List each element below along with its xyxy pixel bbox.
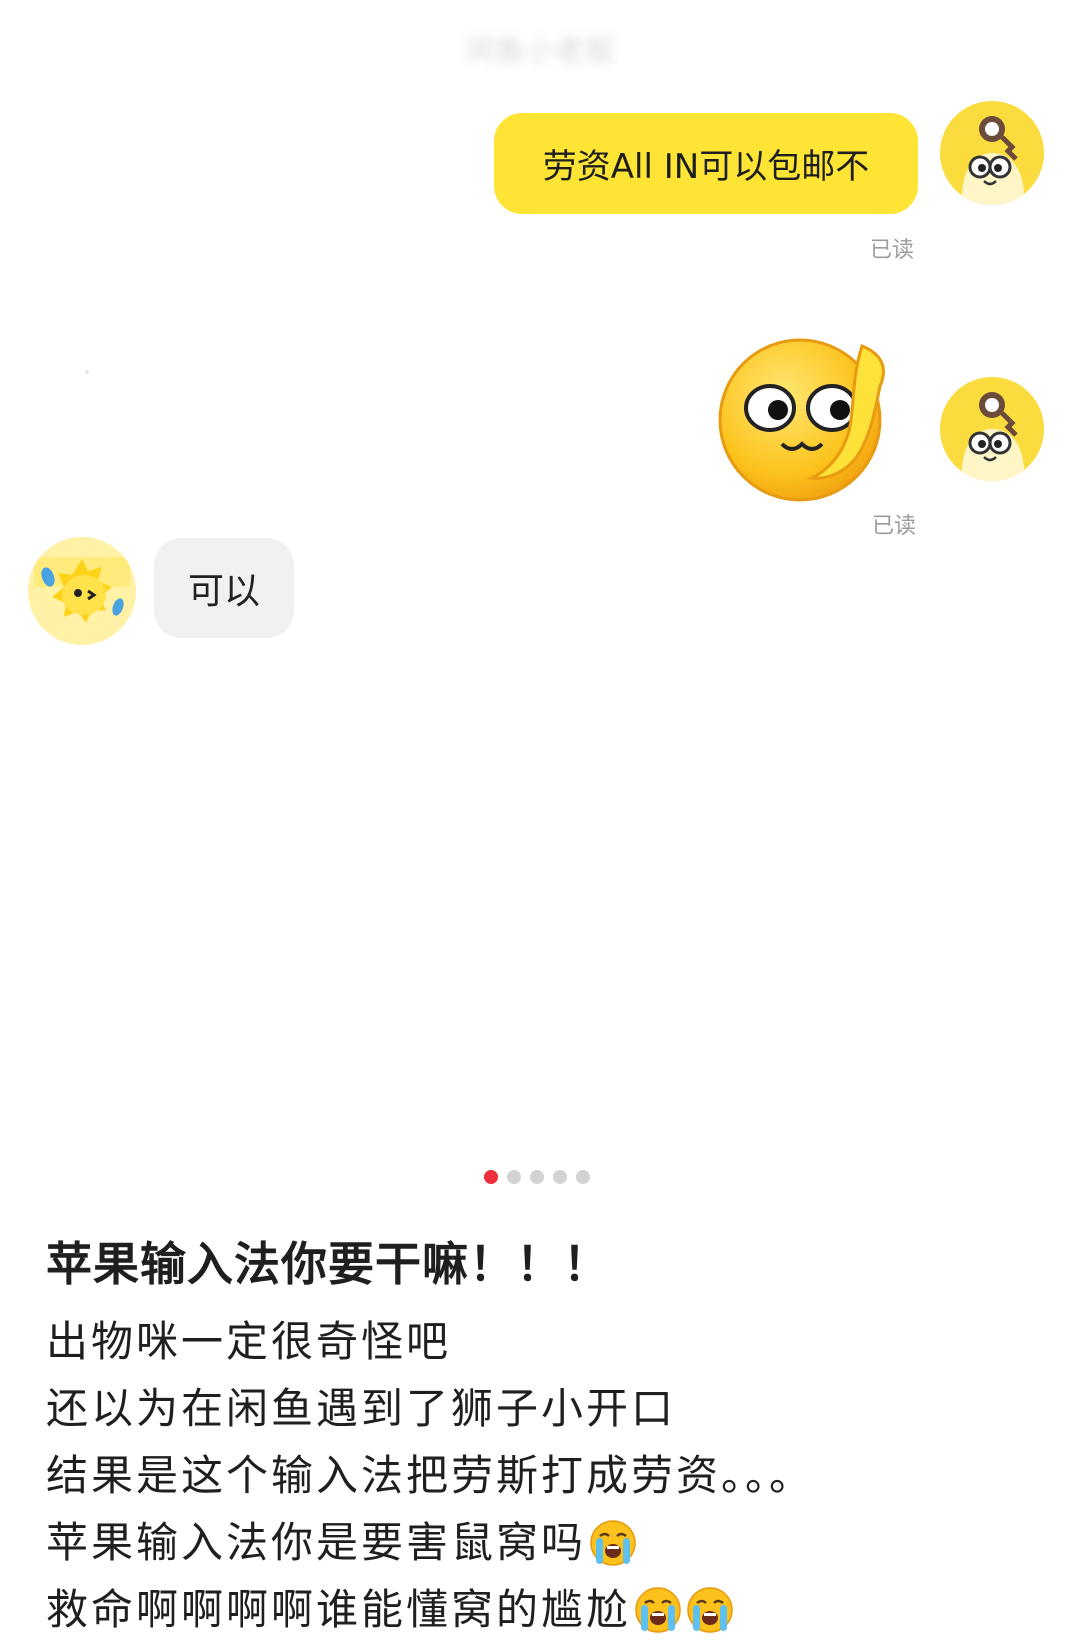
post-line: 结果是这个输入法把劳斯打成劳资。。。	[46, 1442, 1056, 1509]
post-title: 苹果输入法你要干嘛！！！	[46, 1237, 610, 1291]
loudly-crying-face-icon	[685, 1585, 735, 1635]
self-avatar[interactable]	[940, 377, 1044, 481]
post-line-text: 出物咪一定很奇怪吧	[46, 1317, 452, 1366]
loudly-crying-face-icon	[588, 1518, 638, 1568]
self-avatar[interactable]	[940, 101, 1044, 205]
page-dot[interactable]	[553, 1170, 567, 1184]
self-avatar-icon	[940, 101, 1044, 205]
chat-contact-name: 闲鱼小老板	[465, 34, 615, 69]
wave-face-sticker-icon[interactable]	[712, 328, 912, 508]
post-line-text: 救命啊啊啊啊谁能懂窝的尴尬	[46, 1585, 632, 1634]
other-avatar-icon	[28, 537, 136, 645]
post-line: 还以为在闲鱼遇到了狮子小开口	[46, 1375, 1056, 1442]
message-bubble-other[interactable]: 可以	[154, 538, 294, 638]
post-body: 出物咪一定很奇怪吧 还以为在闲鱼遇到了狮子小开口 结果是这个输入法把劳斯打成劳资…	[46, 1308, 1056, 1643]
loudly-crying-face-icon	[633, 1585, 683, 1635]
page-dot[interactable]	[576, 1170, 590, 1184]
image-page-indicator[interactable]	[484, 1170, 590, 1184]
decorative-dot	[85, 370, 89, 374]
read-status: 已读	[870, 238, 915, 263]
message-bubble-self[interactable]: 劳资All IN可以包邮不	[494, 113, 918, 214]
post-line: 苹果输入法你是要害鼠窝吗	[46, 1509, 1056, 1576]
page-dot[interactable]	[530, 1170, 544, 1184]
post-line: 出物咪一定很奇怪吧	[46, 1308, 1056, 1375]
post-line-text: 结果是这个输入法把劳斯打成劳资。。。	[46, 1451, 815, 1500]
page-dot-active[interactable]	[484, 1170, 498, 1184]
read-status: 已读	[872, 514, 917, 539]
self-avatar-icon	[940, 377, 1044, 481]
post-line-text: 还以为在闲鱼遇到了狮子小开口	[46, 1384, 677, 1433]
page-dot[interactable]	[507, 1170, 521, 1184]
post-line: 救命啊啊啊啊谁能懂窝的尴尬	[46, 1576, 1056, 1643]
other-avatar[interactable]	[28, 537, 136, 645]
post-line-text: 苹果输入法你是要害鼠窝吗	[46, 1518, 587, 1567]
